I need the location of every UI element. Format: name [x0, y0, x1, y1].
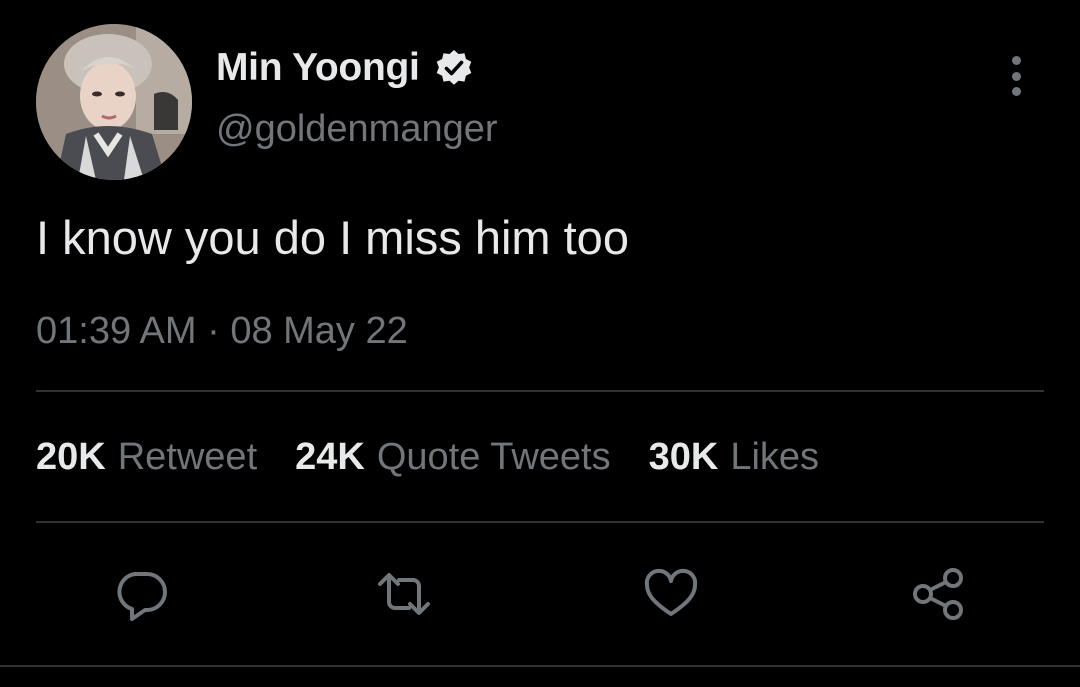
verified-check-icon	[434, 48, 474, 88]
reply-button[interactable]	[111, 564, 171, 624]
stat-quote-tweets[interactable]: 24K Quote Tweets	[295, 436, 611, 479]
retweet-icon	[378, 573, 430, 615]
author-handle[interactable]: @goldenmanger	[216, 108, 498, 151]
divider	[36, 521, 1044, 523]
engagement-stats: 20K Retweet 24K Quote Tweets 30K Likes	[36, 436, 819, 479]
display-name[interactable]: Min Yoongi	[216, 46, 420, 90]
like-button[interactable]	[641, 564, 701, 624]
stat-count: 30K	[648, 436, 719, 478]
more-dot	[1011, 71, 1021, 81]
more-vertical-icon	[1011, 56, 1021, 65]
tweet-text: I know you do I miss him too	[36, 211, 629, 264]
stat-likes[interactable]: 30K Likes	[649, 436, 819, 479]
more-dot	[1011, 87, 1021, 96]
action-bar	[0, 560, 1080, 630]
stat-count: 20K	[36, 436, 106, 478]
share-button[interactable]	[909, 564, 969, 624]
tweet-detail: Min Yoongi @goldenmanger I know you do I…	[0, 0, 1080, 687]
stat-retweets[interactable]: 20K Retweet	[36, 436, 257, 479]
stat-label: Likes	[730, 436, 820, 478]
reply-icon	[117, 572, 167, 621]
profile-photo-icon	[36, 24, 192, 180]
more-options-button[interactable]	[996, 52, 1036, 100]
bottom-divider	[0, 665, 1080, 667]
tweet-timestamp[interactable]: 01:39 AM · 08 May 22	[36, 310, 408, 353]
like-heart-icon	[644, 568, 698, 616]
share-icon	[913, 568, 963, 620]
retweet-button[interactable]	[374, 564, 434, 624]
stat-count: 24K	[295, 436, 365, 478]
avatar[interactable]	[36, 24, 192, 180]
stat-label: Retweet	[117, 436, 258, 478]
divider	[36, 390, 1044, 392]
author-name-row[interactable]: Min Yoongi	[216, 44, 474, 92]
stat-label: Quote Tweets	[376, 436, 611, 478]
